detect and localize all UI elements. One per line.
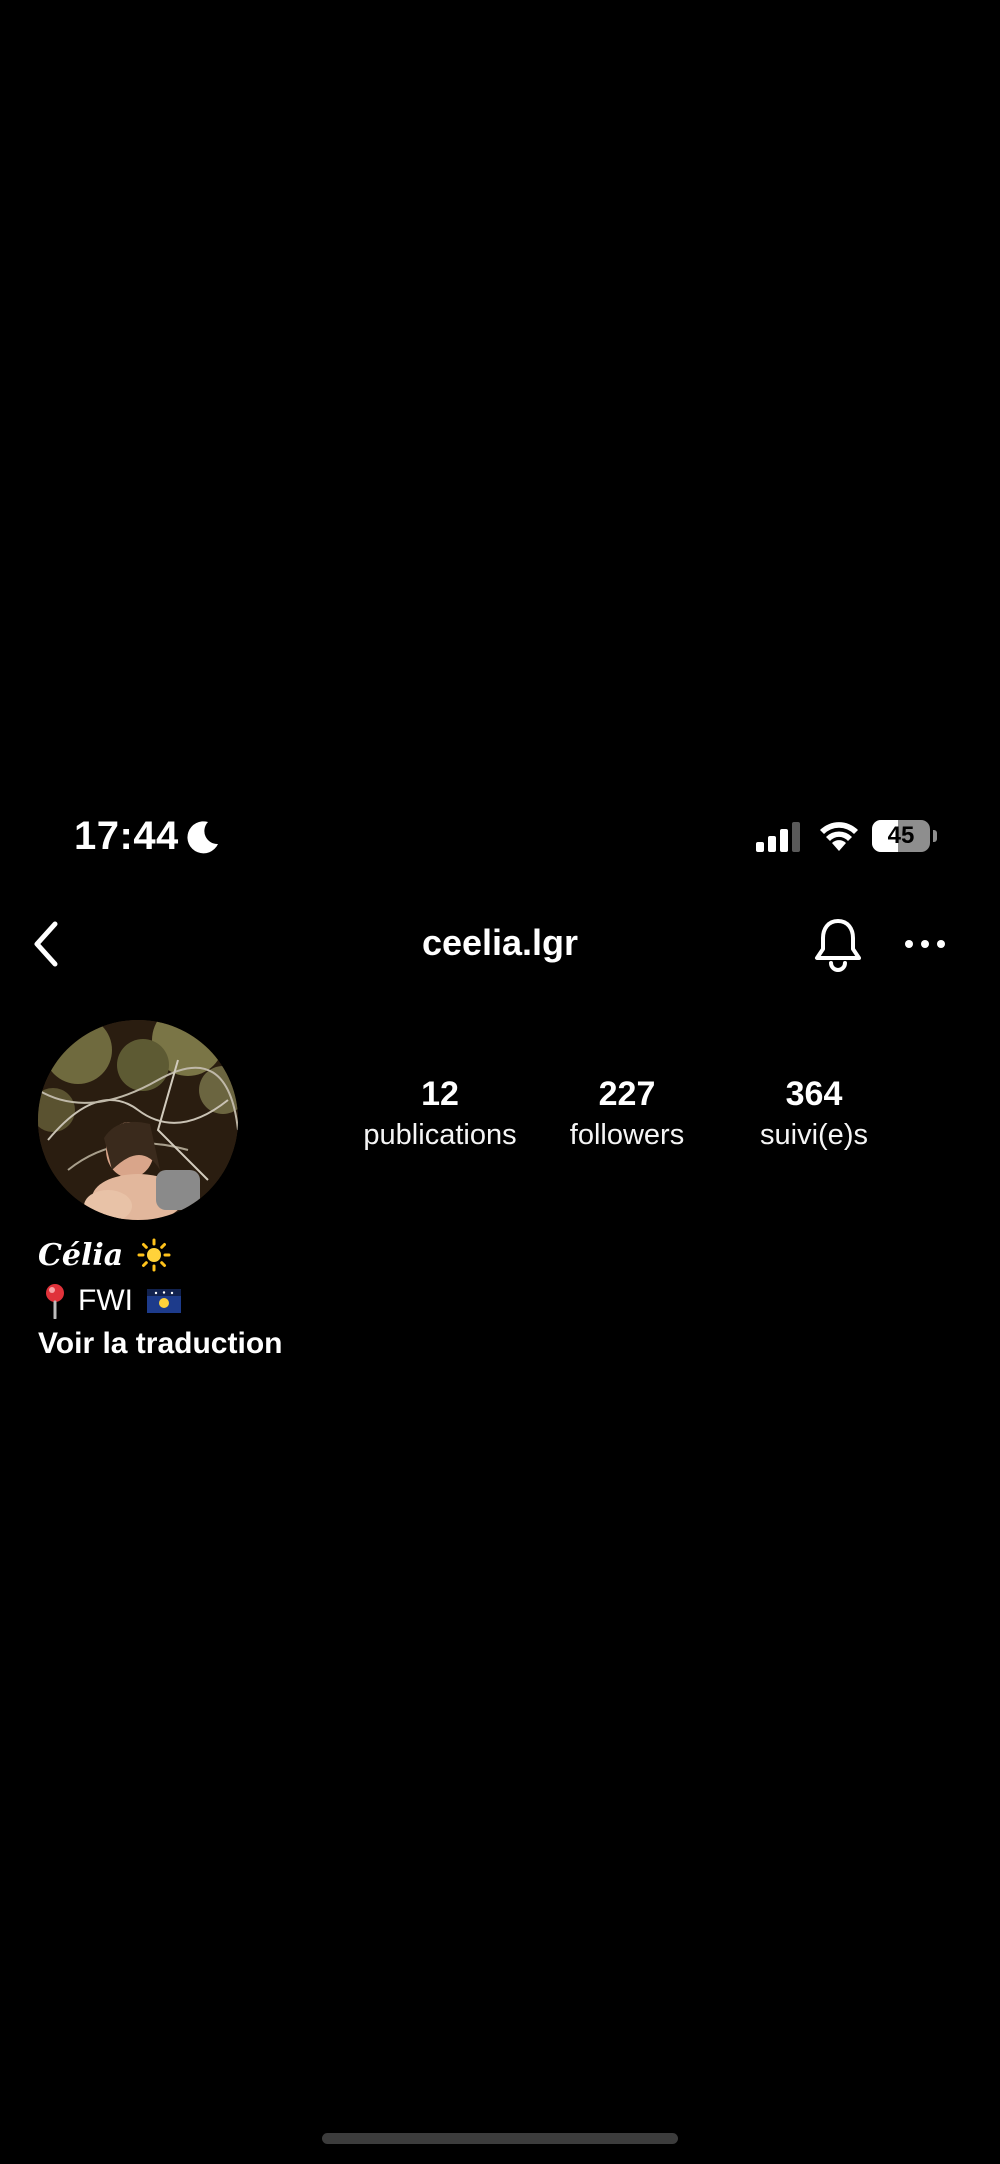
battery-cap	[933, 830, 937, 842]
bell-icon	[815, 919, 861, 972]
chevron-left-icon	[34, 921, 58, 967]
wifi-icon	[820, 822, 858, 851]
home-indicator[interactable]	[322, 2133, 678, 2144]
stat-following-label: suivi(e)s	[760, 1119, 868, 1151]
battery-level: 45	[887, 822, 915, 849]
bio-name-row: Célia	[38, 1232, 638, 1278]
signal-icon	[756, 822, 800, 852]
profile-header: ceelia.lgr	[0, 900, 1000, 986]
battery-icon: 45	[872, 820, 938, 852]
profile-username: ceelia.lgr	[421, 922, 579, 963]
back-button[interactable]	[18, 916, 74, 972]
more-options-button[interactable]	[898, 914, 952, 974]
stat-publications[interactable]: 12 publications	[350, 1070, 530, 1152]
more-dots-icon	[905, 940, 945, 948]
stat-following[interactable]: 364 suivi(e)s	[724, 1070, 904, 1152]
profile-avatar[interactable]	[38, 1020, 238, 1220]
flag-icon	[146, 1289, 181, 1313]
sun-icon	[137, 1238, 171, 1272]
avatar-photo	[38, 1020, 238, 1220]
stat-followers[interactable]: 227 followers	[537, 1070, 717, 1152]
stat-followers-value: 227	[598, 1075, 656, 1113]
bio-location-row: FWI	[38, 1278, 638, 1324]
notifications-button[interactable]	[806, 914, 870, 974]
moon-icon	[187, 821, 218, 854]
stat-followers-label: followers	[569, 1119, 685, 1151]
status-bar: 17:44 45	[0, 800, 1000, 872]
see-translation-link[interactable]: Voir la traduction	[38, 1324, 638, 1364]
profile-stats: 12 publications 227 followers 364 suivi(…	[350, 1070, 900, 1160]
stat-publications-label: publications	[363, 1119, 517, 1151]
stat-publications-value: 12	[421, 1075, 459, 1113]
bio-location: FWI	[78, 1284, 133, 1317]
pin-icon	[46, 1284, 64, 1319]
battery-body: 45	[872, 820, 930, 852]
stat-following-value: 364	[785, 1075, 843, 1113]
bio-display-name: Célia	[38, 1237, 124, 1273]
profile-bio: Célia FWI Voir la traduction	[38, 1232, 638, 1364]
status-time: 17:44	[74, 814, 179, 858]
